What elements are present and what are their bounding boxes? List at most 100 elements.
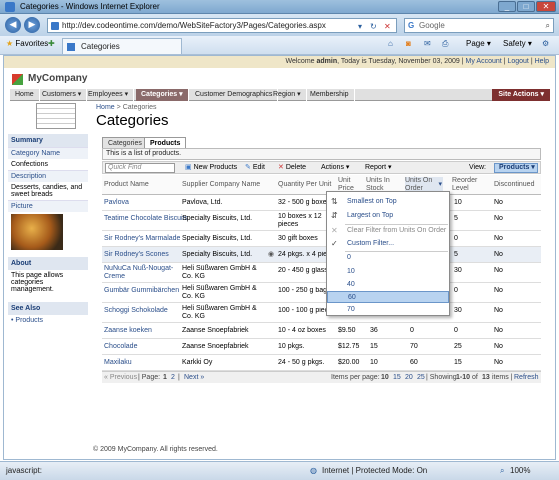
new-products-button[interactable]: ▣ New Products <box>185 163 237 173</box>
minimize-button[interactable]: _ <box>498 1 516 12</box>
logout-link[interactable]: Logout <box>507 58 528 65</box>
cell-name[interactable]: Sir Rodney's Scones <box>104 251 169 259</box>
col-discontinued[interactable]: Discontinued <box>494 181 534 189</box>
safety-menu[interactable]: Safety ▾ <box>503 39 532 48</box>
view-selector[interactable]: Products ▾ <box>494 163 538 173</box>
edit-button[interactable]: ✎ Edit <box>245 163 265 173</box>
tab-page-icon <box>67 43 75 51</box>
page-size-25[interactable]: 25 <box>417 372 425 384</box>
table-row[interactable]: Maxilaku Karkki Oy 24 - 50 g pkgs. $20.0… <box>102 355 541 371</box>
menu-membership[interactable]: Membership <box>305 89 355 101</box>
browser-tab[interactable]: Categories <box>62 38 182 54</box>
table-row[interactable]: Zaanse koeken Zaanse Snoepfabriek 10 - 4… <box>102 323 541 339</box>
cell-qty: 10 pkgs. <box>278 343 305 350</box>
filter-value-10[interactable]: 10 <box>327 266 449 278</box>
refresh-icon[interactable]: ↻ <box>370 20 377 33</box>
table-row[interactable]: Gumbär Gummibärchen Heli Süßwaren GmbH &… <box>102 283 541 303</box>
cell-name[interactable]: Chocolade <box>104 343 137 351</box>
clear-filter-item[interactable]: ✕ Clear Filter from Units On Order <box>327 225 449 237</box>
menu-customers[interactable]: Customers ▾ <box>37 89 88 101</box>
delete-button[interactable]: ✕ Delete <box>278 163 306 173</box>
table-row[interactable]: Schoggi Schokolade Heli Süßwaren GmbH & … <box>102 303 541 323</box>
breadcrumb-home[interactable]: Home <box>96 104 115 111</box>
tools-icon[interactable]: ⚙ <box>542 39 549 48</box>
table-row-selected[interactable]: Sir Rodney's Scones Specialty Biscuits, … <box>102 247 541 263</box>
cell-supplier: Zaanse Snoepfabriek <box>182 327 249 334</box>
page-size-15[interactable]: 15 <box>393 372 401 384</box>
pager-page-2[interactable]: 2 <box>171 372 175 384</box>
my-account-link[interactable]: My Account <box>466 58 502 65</box>
row-action-icon[interactable]: ◉ <box>268 251 274 259</box>
tab-products[interactable]: Products <box>144 137 187 148</box>
page-menu[interactable]: Page ▾ <box>466 39 491 48</box>
cell-name[interactable]: Schoggi Schokolade <box>104 307 168 315</box>
sort-descending-item[interactable]: ⇵ Largest on Top <box>327 210 449 222</box>
page-size-20[interactable]: 20 <box>405 372 413 384</box>
col-product-name[interactable]: Product Name <box>104 181 149 189</box>
menu-categories[interactable]: Categories ▾ <box>136 89 189 101</box>
feeds-icon[interactable]: ◙ <box>406 39 411 48</box>
checkmark-icon: ✓ <box>331 239 338 248</box>
zoom-level[interactable]: 100% <box>510 466 530 475</box>
filter-value-70[interactable]: 70 <box>327 304 449 316</box>
menu-customer-demographics[interactable]: Customer Demographics <box>190 89 279 101</box>
menu-employees[interactable]: Employees ▾ <box>83 89 135 101</box>
cell-name[interactable]: NuNuCa Nuß-Nougat-Creme <box>104 265 174 281</box>
cell-name[interactable]: Gumbär Gummibärchen <box>104 287 179 295</box>
help-link[interactable]: Help <box>535 58 549 65</box>
col-quantity[interactable]: Quantity Per Unit <box>278 181 331 189</box>
cell-supplier: Specialty Biscuits, Ltd. <box>182 215 253 222</box>
dropdown-icon[interactable]: ▾ <box>358 20 362 33</box>
welcome-prefix: Welcome <box>285 58 317 65</box>
close-button[interactable]: ✕ <box>536 1 556 12</box>
add-favorites-icon[interactable]: ✚ <box>48 39 55 48</box>
cell-stock: 10 <box>370 359 378 366</box>
pager-next[interactable]: Next » <box>184 372 204 384</box>
home-icon[interactable]: ⌂ <box>388 39 393 48</box>
filter-value-0[interactable]: 0 <box>327 252 449 264</box>
actions-menu[interactable]: Actions ▾ <box>321 163 349 173</box>
cell-name[interactable]: Sir Rodney's Marmalade <box>104 235 180 243</box>
cell-name[interactable]: Zaanse koeken <box>104 327 152 335</box>
col-reorder-level[interactable]: Reorder Level <box>452 177 480 193</box>
maximize-button[interactable]: □ <box>517 1 535 12</box>
table-row[interactable]: Pavlova Pavlova, Ltd. 32 - 500 g boxes 1… <box>102 195 541 211</box>
stop-icon[interactable]: ✕ <box>384 20 391 33</box>
cell-name[interactable]: Maxilaku <box>104 359 132 367</box>
print-icon[interactable]: ⎙ <box>442 39 448 49</box>
search-icon[interactable]: ⌕ <box>546 19 550 32</box>
cell-reorder: 0 <box>454 287 458 294</box>
cell-price: $12.75 <box>338 343 360 350</box>
table-row[interactable]: Sir Rodney's Marmalade Specialty Biscuit… <box>102 231 541 247</box>
cell-disc: No <box>494 287 503 294</box>
forward-button[interactable]: ▶ <box>24 17 40 33</box>
see-also-products-link[interactable]: • Products <box>8 315 88 326</box>
table-row[interactable]: Teatime Chocolate Biscuits Specialty Bis… <box>102 211 541 231</box>
col-supplier[interactable]: Supplier Company Name <box>182 181 260 189</box>
cell-reorder: 5 <box>454 251 458 258</box>
site-actions-button[interactable]: Site Actions ▾ <box>492 89 550 101</box>
tab-categories[interactable]: Categories <box>102 137 148 148</box>
cell-name[interactable]: Teatime Chocolate Biscuits <box>104 215 188 223</box>
address-bar[interactable]: http://dev.codeontime.com/demo/WebSiteFa… <box>47 18 397 33</box>
sort-ascending-icon: ⇅ <box>331 197 338 206</box>
sort-ascending-item[interactable]: ⇅ Smallest on Top <box>327 196 449 208</box>
cell-qty: 10 boxes x 12 pieces <box>278 213 322 228</box>
security-zone[interactable]: Internet | Protected Mode: On <box>322 466 427 475</box>
quick-find-input[interactable]: Quick Find <box>105 163 175 173</box>
back-button[interactable]: ◀ <box>5 17 21 33</box>
table-row[interactable]: NuNuCa Nuß-Nougat-Creme Heli Süßwaren Gm… <box>102 263 541 283</box>
favorites-button[interactable]: ★ Favorites <box>6 39 48 48</box>
refresh-link[interactable]: Refresh <box>514 372 539 384</box>
menu-region[interactable]: Region ▾ <box>268 89 307 101</box>
search-box[interactable]: G Google ⌕ <box>404 18 554 33</box>
report-menu[interactable]: Report ▾ <box>365 163 391 173</box>
cell-name[interactable]: Pavlova <box>104 199 129 207</box>
welcome-user: admin <box>316 58 338 65</box>
menu-home[interactable]: Home <box>10 89 40 101</box>
custom-filter-item[interactable]: ✓ Custom Filter... <box>327 238 449 250</box>
mail-icon[interactable]: ✉ <box>424 39 431 48</box>
table-row[interactable]: Chocolade Zaanse Snoepfabriek 10 pkgs. $… <box>102 339 541 355</box>
filter-value-60[interactable]: 60 <box>327 291 449 303</box>
filter-value-40[interactable]: 40 <box>327 279 449 291</box>
